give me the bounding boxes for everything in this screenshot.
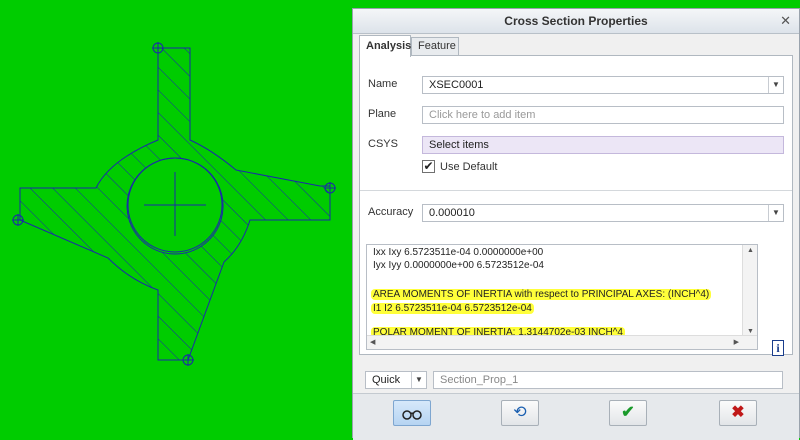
glasses-icon — [402, 410, 422, 420]
accuracy-value: 0.000010 — [429, 207, 475, 219]
section-name-placeholder: Section_Prop_1 — [440, 374, 519, 386]
result-line-highlighted: AREA MOMENTS OF INERTIA with respect to … — [371, 289, 712, 300]
accuracy-label: Accuracy — [368, 206, 414, 218]
close-icon[interactable]: ✕ — [780, 9, 791, 33]
use-default-label: Use Default — [440, 161, 498, 173]
name-label: Name — [368, 78, 398, 90]
plane-collector[interactable]: Click here to add item — [422, 106, 784, 124]
use-default-checkbox[interactable]: ✔ — [422, 160, 435, 173]
chevron-down-icon[interactable]: ▼ — [768, 77, 783, 93]
tab-analysis[interactable]: Analysis — [359, 35, 411, 57]
ok-button[interactable]: ✔ — [609, 400, 647, 426]
section-name-input[interactable]: Section_Prop_1 — [433, 371, 783, 389]
x-icon: ✖ — [731, 404, 745, 421]
name-value: XSEC0001 — [429, 79, 484, 91]
csys-value: Select items — [429, 139, 489, 151]
cross-section-properties-dialog: Cross Section Properties ✕ Analysis Feat… — [352, 8, 800, 440]
mode-dropdown[interactable]: Quick ▼ — [365, 371, 427, 389]
scroll-down-icon[interactable]: ▼ — [747, 328, 754, 335]
cross-section-sketch — [12, 42, 336, 366]
results-text-area[interactable]: Ixx Ixy 6.5723511e-04 0.0000000e+00 Iyx … — [366, 244, 758, 350]
checkmark-icon: ✔ — [621, 404, 635, 421]
plane-placeholder: Click here to add item — [429, 109, 536, 121]
cancel-button[interactable]: ✖ — [719, 400, 757, 426]
dialog-titlebar[interactable]: Cross Section Properties ✕ — [353, 9, 799, 34]
result-line: Ixx Ixy 6.5723511e-04 0.0000000e+00 — [373, 247, 544, 258]
scroll-right-icon[interactable]: ▶ — [734, 338, 739, 346]
refresh-icon: ⟲ — [513, 404, 527, 421]
scroll-left-icon[interactable]: ◀ — [370, 338, 375, 346]
info-icon[interactable]: i — [772, 340, 784, 356]
analysis-panel: Name XSEC0001 ▼ Plane Click here to add … — [359, 55, 793, 356]
result-line-highlighted: I1 I2 6.5723511e-04 6.5723512e-04 — [371, 303, 534, 314]
chevron-down-icon[interactable]: ▼ — [768, 205, 783, 221]
result-line: Iyx Iyy 0.0000000e+00 6.5723512e-04 — [373, 260, 544, 271]
horizontal-scrollbar[interactable]: ◀ ▶ — [367, 335, 757, 349]
chevron-down-icon[interactable]: ▼ — [411, 372, 426, 388]
graphics-canvas[interactable] — [0, 0, 352, 438]
tab-feature-label: Feature — [418, 40, 456, 52]
dialog-title: Cross Section Properties — [504, 14, 648, 28]
csys-collector[interactable]: Select items — [422, 136, 784, 154]
mode-value: Quick — [372, 374, 401, 386]
divider — [360, 190, 792, 191]
csys-label: CSYS — [368, 138, 398, 150]
accuracy-dropdown[interactable]: 0.000010 ▼ — [422, 204, 784, 222]
vertical-scrollbar[interactable]: ▲ ▼ — [742, 245, 757, 337]
dialog-button-bar: ⟲ ✔ ✖ — [353, 393, 799, 440]
repaint-button[interactable]: ⟲ — [501, 400, 539, 426]
tab-analysis-label: Analysis — [366, 40, 412, 52]
tab-feature[interactable]: Feature — [411, 37, 459, 55]
preview-button[interactable] — [393, 400, 431, 426]
plane-label: Plane — [368, 108, 397, 120]
name-dropdown[interactable]: XSEC0001 ▼ — [422, 76, 784, 94]
scroll-up-icon[interactable]: ▲ — [747, 247, 754, 254]
